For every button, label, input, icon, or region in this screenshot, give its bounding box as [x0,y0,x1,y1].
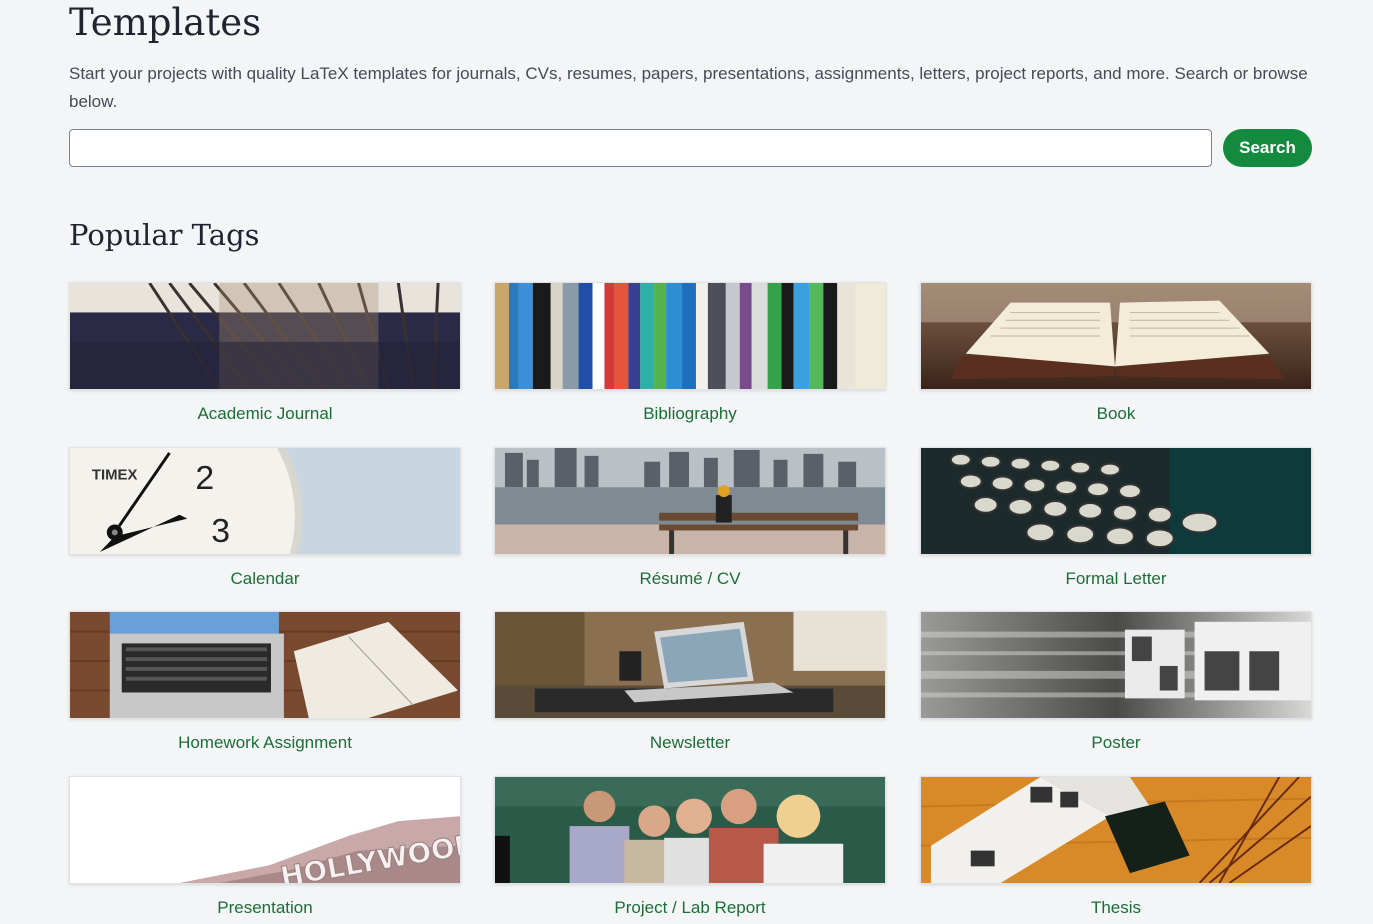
tag-label: Thesis [1090,898,1142,917]
book-spines-image [494,282,886,390]
tag-poster[interactable]: Poster [920,611,1312,761]
tag-label: Academic Journal [197,404,333,423]
tag-project-lab-report[interactable]: Project / Lab Report [494,776,886,924]
popular-tags-heading: Popular Tags [69,218,260,252]
tag-label: Résumé / CV [639,569,741,588]
laptop-desk-image [494,611,886,719]
hollywood-sign-image: HOLLYWOOD [69,776,461,884]
tag-bibliography[interactable]: Bibliography [494,282,886,432]
svg-text:3: 3 [211,513,230,550]
tag-academic-journal[interactable]: Academic Journal [69,282,461,432]
library-shelves-image [69,282,461,390]
tag-label: Bibliography [643,404,737,423]
open-magazine-image [920,776,1312,884]
search-button[interactable]: Search [1223,129,1312,167]
tag-thesis[interactable]: Thesis [920,776,1312,924]
tag-homework-assignment[interactable]: Homework Assignment [69,611,461,761]
tag-formal-letter[interactable]: Formal Letter [920,447,1312,597]
tag-label: Poster [1091,733,1141,752]
tag-newsletter[interactable]: Newsletter [494,611,886,761]
timex-logo-text: TIMEX [92,467,138,483]
open-book-image [920,282,1312,390]
laptop-notebook-image [69,611,461,719]
tag-label: Calendar [230,569,300,588]
intro-text: Start your projects with quality LaTeX t… [69,64,1308,111]
typewriter-image [920,447,1312,555]
posters-blur-image [920,611,1312,719]
tag-book[interactable]: Book [920,282,1312,432]
tag-label: Newsletter [649,733,731,752]
search-input[interactable] [69,129,1212,167]
tag-label: Homework Assignment [178,733,352,752]
students-image [494,776,886,884]
clock-image: TIMEX 2 3 [69,447,461,555]
tag-label: Book [1096,404,1136,423]
svg-text:2: 2 [195,460,214,497]
tag-label: Project / Lab Report [614,898,766,917]
city-bench-image [494,447,886,555]
tag-calendar[interactable]: TIMEX 2 3 Calendar [69,447,461,597]
page-title: Templates [69,1,262,44]
tag-label: Presentation [217,898,313,917]
tag-label: Formal Letter [1065,569,1167,588]
tag-resume-cv[interactable]: Résumé / CV [494,447,886,597]
tag-presentation[interactable]: HOLLYWOOD Presentation [69,776,461,924]
